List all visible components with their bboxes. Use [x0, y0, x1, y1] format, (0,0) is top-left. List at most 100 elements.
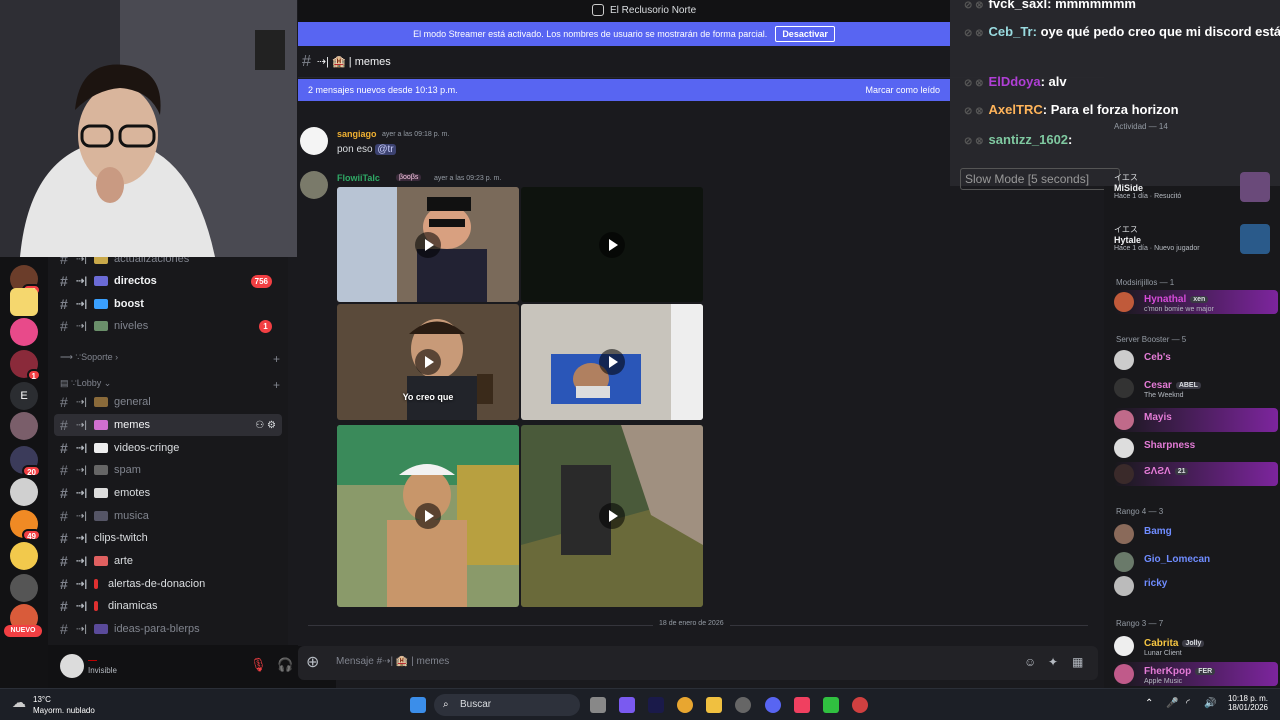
play-icon[interactable] — [415, 349, 441, 375]
play-icon[interactable] — [599, 503, 625, 529]
video-attachment[interactable] — [337, 187, 519, 302]
chrome-icon[interactable] — [677, 697, 693, 713]
channel-item[interactable]: # ⇢| niveles 1 — [54, 315, 282, 337]
video-attachment[interactable] — [337, 425, 519, 607]
channel-item[interactable]: # ⇢| dinamicas — [54, 595, 282, 617]
copilot-icon[interactable] — [619, 697, 635, 713]
premiere-icon[interactable] — [648, 697, 664, 713]
member-item[interactable]: FherKpop FER Apple Music — [1114, 662, 1278, 686]
mic-icon[interactable]: 🎤 — [1166, 698, 1178, 709]
add-channel-icon[interactable]: + — [273, 378, 280, 392]
mention[interactable]: @tr — [375, 144, 396, 155]
member-item[interactable]: Gio_Lomecan — [1114, 550, 1278, 574]
task-view-icon[interactable] — [590, 697, 606, 713]
server-icon[interactable] — [10, 318, 38, 346]
apps-icon[interactable]: ✦ — [1048, 655, 1058, 669]
server-icon[interactable] — [10, 542, 38, 570]
video-attachment[interactable]: Yo creo que — [337, 304, 519, 420]
app-icon[interactable] — [735, 697, 751, 713]
play-icon[interactable] — [415, 231, 441, 258]
channel-item[interactable]: # ⇢| ideas-para-blerps — [54, 618, 282, 640]
tray-chevron-icon[interactable]: ⌃ — [1145, 698, 1153, 709]
video-attachment[interactable] — [521, 187, 703, 302]
member-item[interactable]: Cesar ABEL The Weeknd — [1114, 376, 1278, 400]
channel-item[interactable]: # ⇢| spam — [54, 459, 282, 481]
channel-label: emotes — [114, 487, 151, 499]
add-attachment-icon[interactable]: ⊕ — [306, 652, 319, 672]
avatar[interactable] — [300, 171, 328, 199]
server-icon[interactable]: 1 — [10, 350, 41, 381]
member-item[interactable]: Mayis — [1114, 408, 1278, 432]
member-item[interactable]: ricky — [1114, 574, 1278, 598]
member-item[interactable]: Bamg — [1114, 522, 1278, 546]
play-icon[interactable] — [599, 231, 625, 258]
deafen-icon[interactable]: 🎧 — [277, 657, 293, 673]
chrome-profile-icon[interactable] — [852, 697, 868, 713]
channel-emoji-icon — [94, 321, 108, 331]
wifi-icon[interactable]: ◜ — [1186, 698, 1190, 709]
member-item[interactable]: Sharpness — [1114, 436, 1278, 460]
channel-label: alertas-de-donacion — [108, 578, 206, 590]
channel-item[interactable]: # ⇢| arte — [54, 550, 282, 572]
member-item[interactable]: ƧΛƧΛ 21 — [1114, 462, 1278, 486]
activity-card[interactable]: イエス MiSide Hace 1 día · Resucitó — [1114, 172, 1274, 202]
system-clock[interactable]: 10:18 p. m. 18/01/2026 — [1228, 694, 1268, 712]
server-icon-letter[interactable]: E — [10, 382, 38, 410]
avatar[interactable] — [60, 654, 84, 678]
volume-icon[interactable]: 🔊 — [1204, 698, 1216, 709]
new-messages-bar[interactable]: 2 mensajes nuevos desde 10:13 p.m. Marca… — [298, 79, 950, 101]
window-title: El Reclusorio Norte — [610, 5, 697, 16]
channel-item[interactable]: # ⇢| directos 756 — [54, 270, 282, 292]
member-item[interactable]: Ceb's — [1114, 348, 1278, 372]
member-item[interactable]: Hynathal xen c'mon bomie we major — [1114, 290, 1278, 314]
category-lobby[interactable]: ▤ ∵Lobby ⌄ + — [60, 378, 280, 392]
activity-card[interactable]: イエス Hytale Hace 1 día · Nuevo jugador — [1114, 224, 1274, 254]
message-composer[interactable]: ⊕ Mensaje #⇢| 🏨 | memes ☺ ✦ ▦ — [298, 646, 1098, 680]
server-icon[interactable] — [10, 288, 38, 316]
mark-read-button[interactable]: Marcar como leído — [800, 79, 950, 101]
chat-slow-mode-input[interactable]: Slow Mode [5 seconds] — [960, 168, 1120, 190]
weather-icon[interactable]: ☁ — [12, 694, 26, 711]
avatar — [1114, 636, 1134, 656]
channel-item[interactable]: # ⇢| emotes — [54, 482, 282, 504]
add-channel-icon[interactable]: + — [273, 352, 280, 366]
kick-icon[interactable] — [823, 697, 839, 713]
emoji-icon[interactable]: ☺ — [1024, 655, 1036, 669]
file-explorer-icon[interactable] — [706, 697, 722, 713]
channel-item[interactable]: # ⇢| boost — [54, 293, 282, 315]
hash-icon: # — [60, 576, 68, 592]
channel-item-memes[interactable]: # ⇢| memes ⚇ ⚙ — [54, 414, 282, 436]
channel-item[interactable]: # ⇢| general — [54, 391, 282, 413]
message-time: ayer a las 09:18 p. m. — [382, 131, 450, 138]
mute-mic-icon[interactable]: 🎙 — [250, 657, 267, 673]
channel-item[interactable]: # ⇢| clips-twitch — [54, 527, 282, 549]
discord-icon[interactable] — [765, 697, 781, 713]
gift-icon[interactable]: ▦ — [1072, 655, 1083, 669]
server-icon[interactable] — [10, 412, 38, 440]
server-icon[interactable]: 20 — [10, 446, 41, 477]
avatar[interactable] — [300, 127, 328, 155]
server-icon[interactable]: 49 — [10, 510, 41, 541]
video-attachment[interactable] — [521, 304, 703, 420]
user-panel: — Invisible 🎙 🎧 ⚙ — [48, 645, 336, 688]
channel-item[interactable]: # ⇢| alertas-de-donacion — [54, 573, 282, 595]
channel-item[interactable]: # ⇢| musica — [54, 505, 282, 527]
server-icon[interactable] — [10, 478, 38, 506]
taskbar-search[interactable]: Buscar — [434, 694, 580, 716]
message-author[interactable]: sangiago — [337, 129, 377, 139]
play-icon[interactable] — [415, 503, 441, 529]
video-attachment[interactable] — [521, 425, 703, 607]
member-status: Apple Music — [1144, 678, 1183, 685]
message-author[interactable]: FlowiiTalc — [337, 173, 380, 183]
channel-item[interactable]: # ⇢| videos-cringe — [54, 437, 282, 459]
member-tag: ABEL — [1175, 381, 1201, 389]
music-icon[interactable] — [794, 697, 810, 713]
play-icon[interactable] — [599, 349, 625, 375]
member-item[interactable]: Cabrita Jolly Lunar Client — [1114, 634, 1278, 658]
composer-input[interactable]: Mensaje #⇢| 🏨 | memes — [336, 656, 449, 667]
channel-settings-icon[interactable]: ⚇ ⚙ — [255, 420, 276, 431]
category-soporte[interactable]: ⟶ ∵Soporte › + — [60, 352, 280, 366]
start-icon[interactable] — [410, 697, 426, 713]
disable-streamer-button[interactable]: Desactivar — [775, 26, 835, 42]
server-icon[interactable] — [10, 574, 38, 602]
